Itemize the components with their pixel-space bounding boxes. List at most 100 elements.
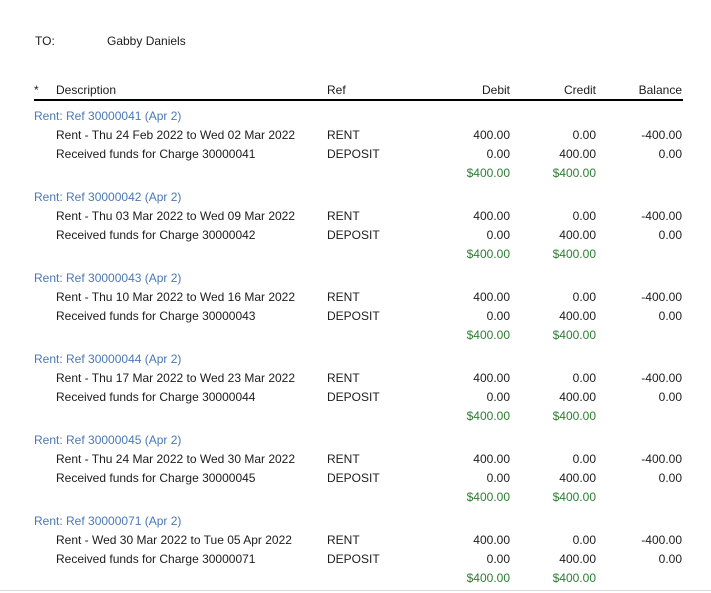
row-debit: 0.00	[486, 390, 510, 404]
row-credit: 400.00	[559, 309, 596, 323]
total-debit: $400.00	[466, 247, 510, 261]
ledger-group: Rent: Ref 30000045 (Apr 2) Rent - Thu 24…	[34, 431, 683, 512]
total-debit: $400.00	[466, 409, 510, 423]
group-title[interactable]: Rent: Ref 30000043 (Apr 2)	[34, 271, 181, 285]
row-balance: -400.00	[641, 533, 682, 547]
row-description: Rent - Thu 24 Mar 2022 to Wed 30 Mar 202…	[56, 452, 296, 466]
group-title[interactable]: Rent: Ref 30000041 (Apr 2)	[34, 109, 181, 123]
row-debit: 400.00	[473, 128, 510, 142]
group-total-row: $400.00 $400.00	[34, 571, 683, 585]
ledger-group: Rent: Ref 30000043 (Apr 2) Rent - Thu 10…	[34, 269, 683, 350]
column-debit: Debit	[481, 83, 510, 97]
row-ref: DEPOSIT	[327, 390, 380, 404]
row-ref: DEPOSIT	[327, 228, 380, 242]
recipient-label: TO:	[35, 34, 55, 48]
row-description: Rent - Thu 24 Feb 2022 to Wed 02 Mar 202…	[56, 128, 296, 142]
group-title[interactable]: Rent: Ref 30000042 (Apr 2)	[34, 190, 181, 204]
group-title[interactable]: Rent: Ref 30000045 (Apr 2)	[34, 433, 181, 447]
row-credit: 0.00	[572, 452, 596, 466]
ledger-row: Received funds for Charge 30000045 DEPOS…	[34, 471, 683, 485]
ledger-row: Received funds for Charge 30000044 DEPOS…	[34, 390, 683, 404]
row-credit: 0.00	[572, 290, 596, 304]
group-title[interactable]: Rent: Ref 30000071 (Apr 2)	[34, 514, 181, 528]
row-balance: 0.00	[658, 147, 682, 161]
column-balance: Balance	[638, 83, 682, 97]
ledger-row: Rent - Thu 17 Mar 2022 to Wed 23 Mar 202…	[34, 371, 683, 385]
row-credit: 0.00	[572, 371, 596, 385]
row-ref: RENT	[327, 452, 360, 466]
row-debit: 0.00	[486, 147, 510, 161]
total-credit: $400.00	[552, 571, 596, 585]
group-title[interactable]: Rent: Ref 30000044 (Apr 2)	[34, 352, 181, 366]
total-debit: $400.00	[466, 571, 510, 585]
row-ref: RENT	[327, 533, 360, 547]
row-credit: 0.00	[572, 128, 596, 142]
row-credit: 400.00	[559, 552, 596, 566]
group-total-row: $400.00 $400.00	[34, 166, 683, 180]
column-credit: Credit	[563, 83, 596, 97]
recipient-name: Gabby Daniels	[107, 34, 186, 48]
ledger-row: Received funds for Charge 30000071 DEPOS…	[34, 552, 683, 566]
total-debit: $400.00	[466, 490, 510, 504]
row-balance: -400.00	[641, 290, 682, 304]
row-credit: 0.00	[572, 209, 596, 223]
row-balance: -400.00	[641, 371, 682, 385]
row-debit: 400.00	[473, 533, 510, 547]
row-description: Received funds for Charge 30000045	[56, 471, 256, 485]
ledger-row: Rent - Thu 24 Feb 2022 to Wed 02 Mar 202…	[34, 128, 683, 142]
row-debit: 400.00	[473, 290, 510, 304]
row-debit: 0.00	[486, 471, 510, 485]
total-debit: $400.00	[466, 166, 510, 180]
row-balance: 0.00	[658, 390, 682, 404]
group-total-row: $400.00 $400.00	[34, 409, 683, 423]
row-credit: 400.00	[559, 390, 596, 404]
total-credit: $400.00	[552, 247, 596, 261]
row-credit: 400.00	[559, 471, 596, 485]
row-debit: 0.00	[486, 552, 510, 566]
row-ref: DEPOSIT	[327, 309, 380, 323]
column-description: Description	[56, 83, 117, 97]
ledger-group: Rent: Ref 30000041 (Apr 2) Rent - Thu 24…	[34, 107, 683, 188]
row-ref: RENT	[327, 128, 360, 142]
row-description: Received funds for Charge 30000044	[56, 390, 256, 404]
ledger-group: Rent: Ref 30000044 (Apr 2) Rent - Thu 17…	[34, 350, 683, 431]
row-description: Rent - Thu 03 Mar 2022 to Wed 09 Mar 202…	[56, 209, 296, 223]
row-ref: DEPOSIT	[327, 147, 380, 161]
row-ref: RENT	[327, 290, 360, 304]
row-debit: 400.00	[473, 209, 510, 223]
row-debit: 0.00	[486, 228, 510, 242]
ledger-row: Rent - Thu 24 Mar 2022 to Wed 30 Mar 202…	[34, 452, 683, 466]
ledger-groups: Rent: Ref 30000041 (Apr 2) Rent - Thu 24…	[34, 107, 683, 593]
row-balance: -400.00	[641, 452, 682, 466]
column-marker: *	[34, 83, 39, 97]
ledger-row: Rent - Wed 30 Mar 2022 to Tue 05 Apr 202…	[34, 533, 683, 547]
row-debit: 400.00	[473, 452, 510, 466]
row-ref: DEPOSIT	[327, 552, 380, 566]
row-description: Received funds for Charge 30000043	[56, 309, 256, 323]
row-debit: 400.00	[473, 371, 510, 385]
total-credit: $400.00	[552, 490, 596, 504]
group-total-row: $400.00 $400.00	[34, 247, 683, 261]
row-credit: 0.00	[572, 533, 596, 547]
total-credit: $400.00	[552, 328, 596, 342]
row-debit: 0.00	[486, 309, 510, 323]
total-debit: $400.00	[466, 328, 510, 342]
ledger-group: Rent: Ref 30000071 (Apr 2) Rent - Wed 30…	[34, 512, 683, 593]
row-description: Rent - Wed 30 Mar 2022 to Tue 05 Apr 202…	[56, 533, 292, 547]
total-credit: $400.00	[552, 409, 596, 423]
row-balance: 0.00	[658, 228, 682, 242]
row-credit: 400.00	[559, 228, 596, 242]
ledger-row: Rent - Thu 03 Mar 2022 to Wed 09 Mar 202…	[34, 209, 683, 223]
row-balance: 0.00	[658, 471, 682, 485]
row-balance: 0.00	[658, 309, 682, 323]
row-description: Received funds for Charge 30000041	[56, 147, 256, 161]
row-balance: 0.00	[658, 552, 682, 566]
ledger-row: Received funds for Charge 30000042 DEPOS…	[34, 228, 683, 242]
row-description: Received funds for Charge 30000071	[56, 552, 256, 566]
ledger-group: Rent: Ref 30000042 (Apr 2) Rent - Thu 03…	[34, 188, 683, 269]
ledger-row: Rent - Thu 10 Mar 2022 to Wed 16 Mar 202…	[34, 290, 683, 304]
row-description: Rent - Thu 10 Mar 2022 to Wed 16 Mar 202…	[56, 290, 296, 304]
row-ref: DEPOSIT	[327, 471, 380, 485]
row-description: Received funds for Charge 30000042	[56, 228, 256, 242]
row-ref: RENT	[327, 209, 360, 223]
